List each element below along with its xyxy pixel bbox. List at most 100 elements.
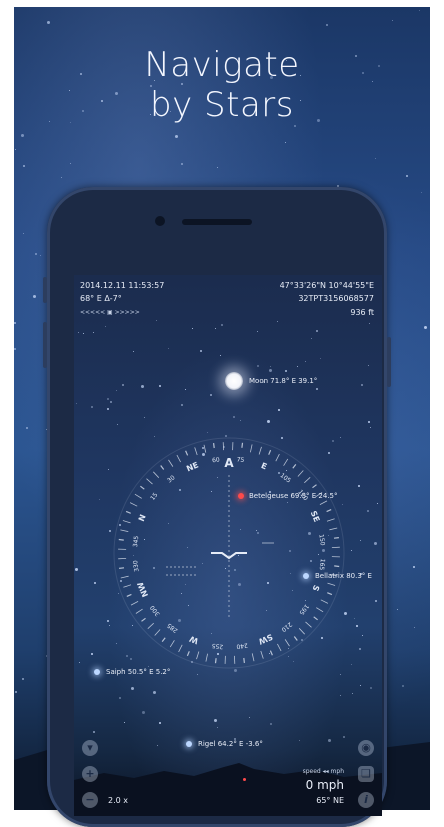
compass-tick <box>334 566 339 567</box>
compass-degree-label: 60 <box>212 456 221 464</box>
compass-tick <box>242 443 243 448</box>
mute-switch <box>43 277 47 303</box>
background-star <box>402 685 404 687</box>
compass-overlay[interactable]: NNEESESSWWNW1530607510512015016519521024… <box>74 275 382 816</box>
compass-degree-label: 255 <box>211 642 223 650</box>
compass-tick <box>214 443 215 448</box>
plus-icon[interactable]: + <box>82 766 98 782</box>
compass-degree-label: 15 <box>149 491 159 501</box>
compass-cardinal-label: E <box>260 461 268 471</box>
background-star <box>392 20 393 21</box>
background-star <box>419 10 420 11</box>
compass-tick <box>327 593 332 595</box>
background-star <box>397 609 398 610</box>
moon[interactable] <box>225 372 243 390</box>
bellatrix-label: Bellatrix 80.3° E <box>315 572 372 580</box>
altitude-readout: 936 ft <box>350 308 374 318</box>
compass-tick <box>313 485 317 488</box>
speed-value: 0 mph <box>306 778 344 792</box>
compass-degree-label: 105 <box>279 472 293 485</box>
compass-tick <box>261 651 264 659</box>
background-star <box>14 348 16 350</box>
compass-tick <box>298 471 303 477</box>
compass-tick <box>276 454 280 461</box>
background-star <box>14 322 16 324</box>
earpiece-speaker <box>182 219 252 225</box>
compass-tick <box>123 521 131 523</box>
compass-tick <box>244 658 245 663</box>
background-star <box>414 627 415 628</box>
compass-tick <box>306 622 312 627</box>
compass-tick <box>270 651 272 656</box>
compass-tick <box>127 594 132 596</box>
background-star <box>23 233 24 234</box>
compass-degree-label: 240 <box>236 641 248 650</box>
compass-tick <box>162 638 165 642</box>
grid-readout: 32TPT3156068577 <box>298 294 374 304</box>
speed-label: speed ◂◂ mph <box>303 768 344 775</box>
background-star <box>15 149 16 150</box>
compass-tick <box>126 511 131 513</box>
info-icon[interactable]: i <box>358 792 374 808</box>
compass-degree-label: 285 <box>166 621 180 634</box>
compass-tick <box>153 472 159 478</box>
compass-degree-label: 30 <box>166 474 176 484</box>
power-button <box>387 337 391 387</box>
compass-tick <box>136 609 143 613</box>
compass-tick <box>327 510 332 512</box>
compass-tick <box>187 651 189 656</box>
background-star <box>21 134 24 137</box>
background-star <box>70 163 71 164</box>
compass-tick <box>131 601 138 605</box>
zoom-readout: 2.0 x <box>108 796 128 805</box>
compass-degree-label: 150 <box>317 534 326 546</box>
compass-tick <box>130 503 137 507</box>
compass-cardinal-label: W <box>188 634 200 646</box>
background-star <box>217 167 218 168</box>
compass-degree-label: 195 <box>297 603 310 617</box>
heading-readout: 68° E Δ-7° <box>80 294 122 304</box>
compass-tick <box>252 653 254 661</box>
compass-tick <box>135 494 142 498</box>
saiph-star[interactable] <box>94 669 100 675</box>
camera-icon[interactable]: ◉ <box>358 740 374 756</box>
compass-tick <box>170 640 174 647</box>
compass-cardinal-label: N <box>137 513 148 523</box>
compass-tick <box>169 460 173 467</box>
headline-line-2: by Stars <box>14 85 430 125</box>
compass-degree-label: 345 <box>132 535 140 547</box>
coordinates-readout: 47°33'26"N 10°44'55"E <box>280 281 374 291</box>
compass-tick <box>161 466 164 470</box>
compass-tick <box>123 585 131 588</box>
compass-cardinal-label: SW <box>257 632 274 646</box>
compass-tick <box>328 583 336 585</box>
minus-icon[interactable]: − <box>82 792 98 808</box>
compass-tick <box>148 623 154 629</box>
pitch-scale <box>166 543 274 575</box>
background-star <box>175 135 178 138</box>
compass-tick <box>314 617 318 620</box>
volume-button <box>43 322 47 368</box>
layers-icon[interactable]: ❏ <box>358 766 374 782</box>
compass-cardinal-label: S <box>310 584 321 593</box>
red-light <box>243 778 246 781</box>
top-marker: A <box>224 456 234 470</box>
app-screen[interactable]: NNEESESSWWNW1530607510512015016519521024… <box>74 275 382 816</box>
background-star <box>294 125 296 127</box>
saiph-label: Saiph 50.5° E 5.2° <box>106 668 170 676</box>
bellatrix-star[interactable] <box>303 573 309 579</box>
background-star <box>23 165 25 167</box>
betelgeuse-star[interactable] <box>238 493 244 499</box>
compass-tick <box>120 530 128 532</box>
chevron-down-icon[interactable]: ▾ <box>82 740 98 756</box>
datetime-readout: 2014.12.11 11:53:57 <box>80 281 164 291</box>
compass-tick <box>119 540 124 541</box>
compass-ring <box>114 438 344 668</box>
background-star <box>15 691 17 693</box>
time-slider[interactable]: <<<<< ▣ >>>>> <box>80 308 140 318</box>
compass-tick <box>327 519 335 522</box>
compass-degree-label: 210 <box>280 620 293 633</box>
compass-tick <box>334 538 339 539</box>
background-star <box>413 566 415 568</box>
background-star <box>33 295 36 298</box>
